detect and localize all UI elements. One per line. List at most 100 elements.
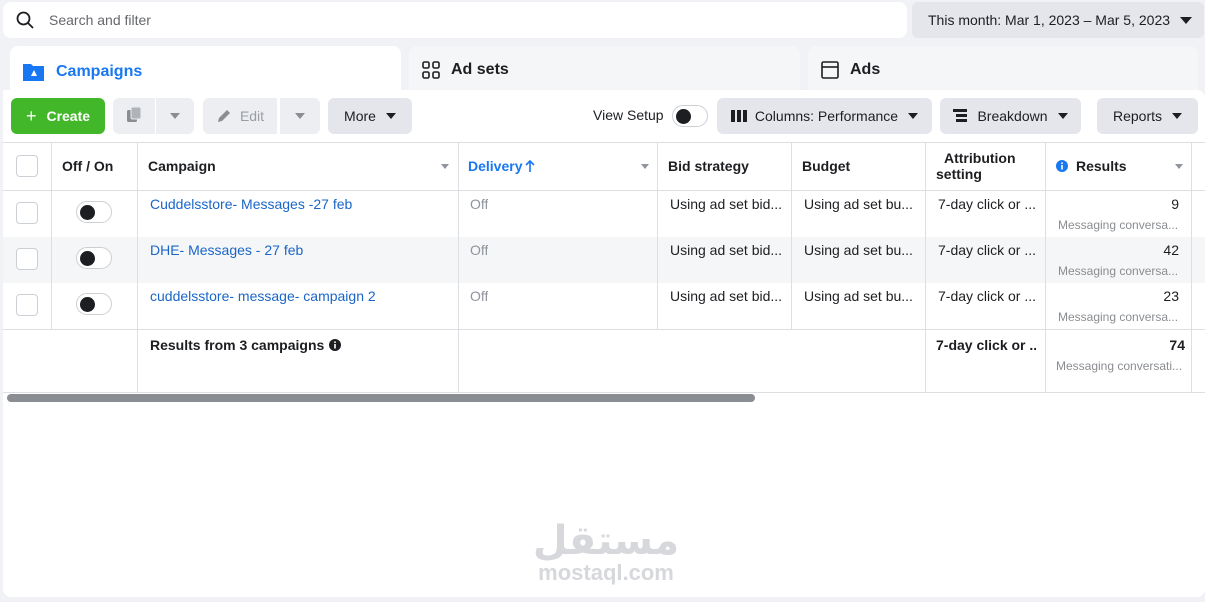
columns-button[interactable]: Columns: Performance bbox=[717, 98, 932, 134]
breakdown-button[interactable]: Breakdown bbox=[940, 98, 1081, 134]
campaign-name-link[interactable]: DHE- Messages - 27 feb bbox=[150, 242, 450, 258]
duplicate-button[interactable] bbox=[113, 98, 155, 134]
header-bid-strategy[interactable]: Bid strategy bbox=[668, 142, 749, 190]
reports-button[interactable]: Reports bbox=[1097, 98, 1198, 134]
chevron-down-icon bbox=[1180, 17, 1192, 24]
delivery-status: Off bbox=[470, 288, 489, 304]
tab-campaigns-label: Campaigns bbox=[56, 63, 143, 80]
sort-chevron-icon[interactable] bbox=[441, 164, 449, 169]
delivery-status: Off bbox=[470, 242, 489, 258]
tab-ad-sets[interactable]: Ad sets bbox=[409, 46, 800, 94]
row-checkbox[interactable] bbox=[16, 202, 38, 224]
duplicate-icon bbox=[125, 106, 143, 127]
total-results-type: Messaging conversati... bbox=[1056, 359, 1183, 373]
header-attribution-line2: setting bbox=[936, 166, 982, 182]
select-all-checkbox[interactable] bbox=[16, 155, 38, 177]
toggle-knob bbox=[80, 251, 95, 266]
header-attribution-line1: Attribution bbox=[944, 150, 1016, 166]
create-label: Create bbox=[46, 108, 91, 124]
sort-arrow-up-icon bbox=[525, 160, 536, 172]
attribution-value: 7-day click or ... bbox=[938, 288, 1037, 304]
search-icon bbox=[15, 10, 35, 30]
tab-ad-sets-label: Ad sets bbox=[451, 61, 509, 78]
bid-strategy-value: Using ad set bid... bbox=[670, 242, 783, 258]
date-range-picker[interactable]: This month: Mar 1, 2023 – Mar 5, 2023 bbox=[912, 2, 1204, 38]
results-type: Messaging conversa... bbox=[1058, 310, 1178, 324]
header-delivery-label: Delivery bbox=[468, 158, 523, 174]
grid-icon bbox=[421, 60, 441, 80]
header-delivery[interactable]: Delivery bbox=[468, 142, 536, 190]
breakdown-icon bbox=[953, 109, 968, 123]
results-summary-label: Results from 3 campaigns bbox=[150, 337, 325, 353]
chevron-down-icon bbox=[908, 113, 919, 119]
bid-strategy-value: Using ad set bid... bbox=[670, 196, 783, 212]
total-attribution-value: 7-day click or ... bbox=[936, 337, 1036, 353]
campaign-toggle[interactable] bbox=[76, 247, 112, 269]
total-results-value: 74 bbox=[1169, 337, 1185, 353]
ads-manager: This month: Mar 1, 2023 – Mar 5, 2023 Ca… bbox=[0, 0, 1205, 602]
info-icon bbox=[1056, 160, 1068, 172]
tab-ads-label: Ads bbox=[850, 61, 881, 78]
campaigns-folder-icon bbox=[22, 62, 46, 82]
toggle-knob bbox=[676, 109, 691, 124]
campaign-name-link[interactable]: Cuddelsstore- Messages -27 feb bbox=[150, 196, 450, 212]
search-input[interactable] bbox=[49, 12, 849, 28]
columns-icon bbox=[730, 109, 747, 123]
ad-window-icon bbox=[820, 60, 840, 80]
header-results[interactable]: Results bbox=[1056, 142, 1127, 190]
watermark-arabic: مستقل bbox=[532, 518, 680, 564]
info-icon[interactable] bbox=[329, 339, 342, 351]
view-setup-toggle[interactable] bbox=[672, 105, 708, 127]
chevron-down-icon bbox=[385, 113, 396, 119]
duplicate-dropdown-button[interactable] bbox=[156, 98, 194, 134]
results-summary: Results from 3 campaigns bbox=[150, 337, 342, 353]
header-budget[interactable]: Budget bbox=[802, 142, 850, 190]
date-range-label: This month: Mar 1, 2023 – Mar 5, 2023 bbox=[928, 12, 1171, 28]
create-button[interactable]: + Create bbox=[11, 98, 105, 134]
more-button[interactable]: More bbox=[328, 98, 412, 134]
campaign-toggle[interactable] bbox=[76, 201, 112, 223]
reports-label: Reports bbox=[1112, 108, 1163, 124]
edit-label: Edit bbox=[239, 108, 265, 124]
pencil-icon bbox=[216, 108, 232, 124]
horizontal-scrollbar[interactable] bbox=[7, 394, 755, 402]
row-checkbox[interactable] bbox=[16, 248, 38, 270]
budget-value: Using ad set bu... bbox=[804, 288, 913, 304]
results-type: Messaging conversa... bbox=[1058, 264, 1178, 278]
columns-label: Columns: Performance bbox=[754, 108, 899, 124]
header-campaign[interactable]: Campaign bbox=[148, 142, 216, 190]
toggle-knob bbox=[80, 205, 95, 220]
search-bar[interactable] bbox=[3, 2, 907, 38]
header-off-on: Off / On bbox=[62, 158, 114, 174]
results-type: Messaging conversa... bbox=[1058, 218, 1178, 232]
edit-dropdown-button[interactable] bbox=[280, 98, 320, 134]
campaigns-panel: + Create Edit More View Setup Columns: P… bbox=[3, 90, 1205, 597]
bid-strategy-value: Using ad set bid... bbox=[670, 288, 783, 304]
header-results-label: Results bbox=[1076, 158, 1127, 174]
header-attribution-setting[interactable]: Attribution setting bbox=[936, 142, 1016, 190]
more-label: More bbox=[344, 108, 376, 124]
results-value: 23 bbox=[1163, 288, 1179, 304]
chevron-down-icon bbox=[1172, 113, 1183, 119]
sort-chevron-icon[interactable] bbox=[641, 164, 649, 169]
watermark: مستقل mostaql.com bbox=[526, 520, 686, 584]
sort-chevron-icon[interactable] bbox=[1175, 164, 1183, 169]
budget-value: Using ad set bu... bbox=[804, 242, 913, 258]
attribution-value: 7-day click or ... bbox=[938, 196, 1037, 212]
chevron-down-icon bbox=[170, 113, 180, 119]
chevron-down-icon bbox=[295, 113, 305, 119]
edit-button[interactable]: Edit bbox=[203, 98, 277, 134]
budget-value: Using ad set bu... bbox=[804, 196, 913, 212]
delivery-status: Off bbox=[470, 196, 489, 212]
tab-ads[interactable]: Ads bbox=[808, 46, 1198, 94]
row-checkbox[interactable] bbox=[16, 294, 38, 316]
campaign-name-link[interactable]: cuddelsstore- message- campaign 2 bbox=[150, 288, 450, 304]
chevron-down-icon bbox=[1057, 113, 1068, 119]
results-value: 9 bbox=[1171, 196, 1179, 212]
attribution-value: 7-day click or ... bbox=[938, 242, 1037, 258]
plus-icon: + bbox=[25, 105, 37, 126]
breakdown-label: Breakdown bbox=[977, 108, 1048, 124]
campaign-toggle[interactable] bbox=[76, 293, 112, 315]
watermark-latin: mostaql.com bbox=[538, 560, 674, 585]
results-value: 42 bbox=[1163, 242, 1179, 258]
